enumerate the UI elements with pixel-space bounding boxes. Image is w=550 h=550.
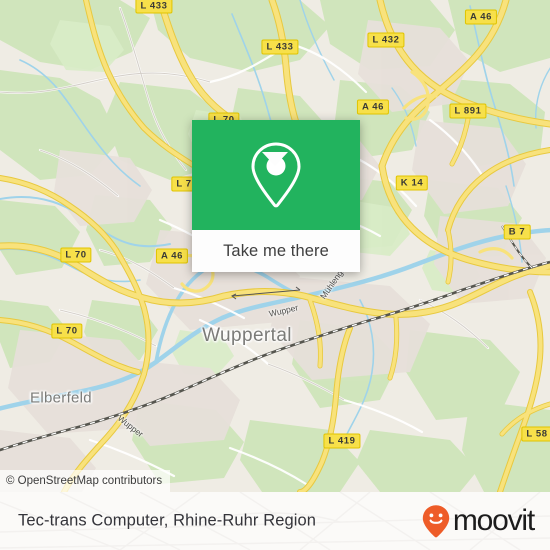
road-shield: L 891 <box>449 103 487 119</box>
road-shield: L 70 <box>51 323 83 339</box>
road-shield: L 419 <box>323 433 361 449</box>
road-shield: A 46 <box>155 248 189 264</box>
location-callout-card[interactable]: Take me there <box>192 120 360 272</box>
card-icon-area <box>192 120 360 230</box>
place-label-elberfeld: Elberfeld <box>30 389 92 407</box>
location-title: Tec-trans Computer, Rhine-Ruhr Region <box>18 511 317 530</box>
map-attribution[interactable]: © OpenStreetMap contributors <box>0 470 171 492</box>
road-shield: L 70 <box>60 247 92 263</box>
road-shield: A 46 <box>356 99 390 115</box>
road-shield: K 14 <box>395 175 429 191</box>
road-shield: L 433 <box>135 0 173 14</box>
card-action-area[interactable]: Take me there <box>192 230 360 272</box>
map-pin-icon <box>251 142 301 208</box>
road-shield: A 46 <box>464 9 498 25</box>
road-shield: B 7 <box>503 224 531 240</box>
card-pointer-tail <box>262 152 288 166</box>
moovit-logo[interactable]: moovit <box>421 504 535 538</box>
footer-bar: Tec-trans Computer, Rhine-Ruhr Region mo… <box>0 492 550 550</box>
place-label-wuppertal: Wuppertal <box>202 325 292 346</box>
take-me-there-label: Take me there <box>223 241 329 260</box>
road-shield: L 58 <box>521 426 550 442</box>
road-shield: L 432 <box>367 32 405 48</box>
moovit-location-preview: L 433 L 433 L 432 A 46 A 46 L 891 L 70 L… <box>0 0 550 550</box>
road-shield: L 433 <box>261 39 299 55</box>
moovit-smiley-pin-icon <box>422 505 450 538</box>
moovit-wordmark: moovit <box>452 504 535 537</box>
